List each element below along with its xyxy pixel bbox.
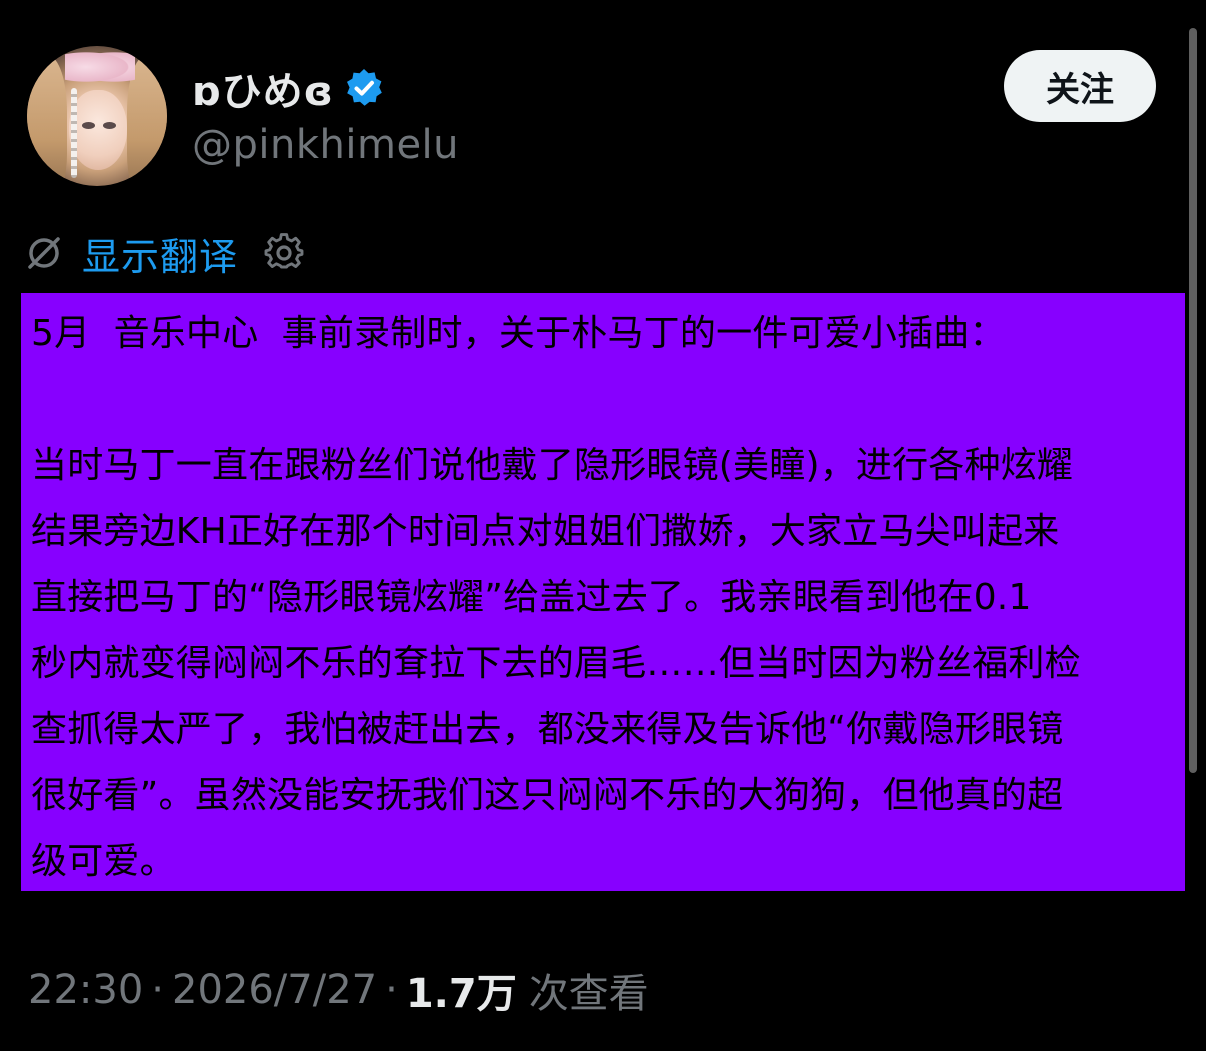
tweet-meta: 22:30 · 2026/7/27 · 1.7万 次查看 xyxy=(28,960,649,1020)
avatar-hair-left xyxy=(27,56,67,186)
author-display-name[interactable]: ɒひめɞ xyxy=(192,59,334,117)
tweet-line: 当时马丁一直在跟粉丝们说他戴了隐形眼镜(美瞳)，进行各种炫耀 xyxy=(31,445,1074,486)
tweet-line: 结果旁边KH正好在那个时间点对姐姐们撒娇，大家立马尖叫起来 xyxy=(31,511,1060,552)
show-translation-link[interactable]: 显示翻译 xyxy=(82,226,238,281)
avatar-face xyxy=(69,90,127,170)
author-handle[interactable]: @pinkhimelu xyxy=(192,122,459,168)
tweet-line: 级可爱。 xyxy=(31,841,176,882)
views-count: 1.7万 xyxy=(405,971,517,1017)
author-name-row[interactable]: ɒひめɞ xyxy=(192,63,386,115)
verified-badge-icon[interactable] xyxy=(342,66,386,110)
avatar-eye-left xyxy=(82,122,95,129)
tweet-line: 秒内就变得闷闷不乐的耷拉下去的眉毛……但当时因为粉丝福利检 xyxy=(31,643,1081,684)
gear-icon[interactable] xyxy=(264,233,304,273)
follow-button[interactable]: 关注 xyxy=(1004,50,1156,122)
tweet-line: 查抓得太严了，我怕被赶出去，都没来得及告诉他“你戴隐形眼镜 xyxy=(31,709,1064,750)
translate-row: 显示翻译 xyxy=(24,226,304,281)
avatar-pearls xyxy=(71,88,77,178)
avatar-eye-right xyxy=(103,122,116,129)
separator-dot: · xyxy=(385,967,398,1013)
translate-off-icon xyxy=(24,233,64,273)
scrollbar[interactable] xyxy=(1189,28,1197,773)
avatar-bow xyxy=(65,50,135,84)
tweet-line: 5月 音乐中心 事前录制时，关于朴马丁的一件可爱小插曲： xyxy=(31,313,1006,354)
separator-dot: · xyxy=(151,967,164,1013)
views-label: 次查看 xyxy=(528,971,649,1017)
tweet-date[interactable]: 2026/7/27 xyxy=(172,967,377,1013)
tweet-line: 很好看”。虽然没能安抚我们这只闷闷不乐的大狗狗，但他真的超 xyxy=(31,775,1064,816)
avatar[interactable] xyxy=(27,46,167,186)
tweet-line: 直接把马丁的“隐形眼镜炫耀”给盖过去了。我亲眼看到他在0.1 xyxy=(31,577,1032,618)
tweet-time[interactable]: 22:30 xyxy=(28,967,143,1013)
tweet-text: 5月 音乐中心 事前录制时，关于朴马丁的一件可爱小插曲： 当时马丁一直在跟粉丝们… xyxy=(21,293,1185,891)
